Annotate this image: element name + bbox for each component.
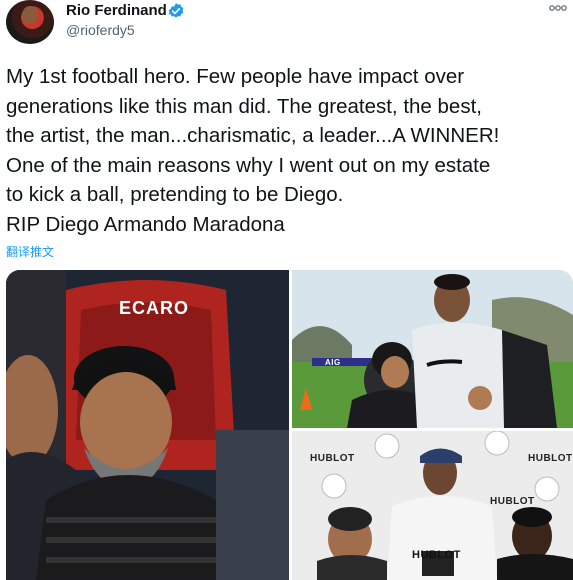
avatar[interactable] [6, 0, 54, 44]
tweet-text-line: to kick a ball, pretending to be Diego. [6, 183, 344, 207]
media-grid: ECARO AIG HUBLOT HUBLOT HUBLOT HUBLOT [6, 270, 573, 580]
tweet-text-line: RIP Diego Armando Maradona [6, 212, 285, 236]
verified-badge-icon [168, 3, 184, 18]
tweet-header: Rio Ferdinand @rioferdy5 [0, 0, 573, 50]
photo-training-ground[interactable]: AIG [292, 270, 573, 428]
tweet-text-line: My 1st football hero. Few people have im… [6, 65, 465, 88]
display-name[interactable]: Rio Ferdinand [66, 2, 167, 19]
more-options-icon[interactable] [549, 0, 567, 16]
sponsor-logo-text: HUBLOT [528, 453, 573, 464]
tweet-text: My 1st football hero. Few people have im… [6, 62, 566, 240]
sponsor-logo-text: HUBLOT [310, 453, 355, 464]
photo-maradona-seat[interactable]: ECARO [6, 270, 289, 580]
tweet-text-line: generations like this man did. The great… [6, 94, 482, 118]
translate-tweet-link[interactable]: 翻译推文 [6, 243, 54, 260]
banner-text: AIG [325, 358, 341, 367]
sponsor-logo-text: HUBLOT [490, 496, 535, 507]
tweet-text-line: the artist, the man...charismatic, a lea… [6, 124, 500, 148]
seat-brand-text: ECARO [119, 298, 190, 318]
tweet-text-line: One of the main reasons why I went out o… [6, 153, 491, 177]
shirt-logo-text: HUBLOT [412, 549, 461, 561]
user-handle[interactable]: @rioferdy5 [66, 22, 135, 38]
photo-hublot-event[interactable]: HUBLOT HUBLOT HUBLOT HUBLOT [292, 431, 573, 580]
